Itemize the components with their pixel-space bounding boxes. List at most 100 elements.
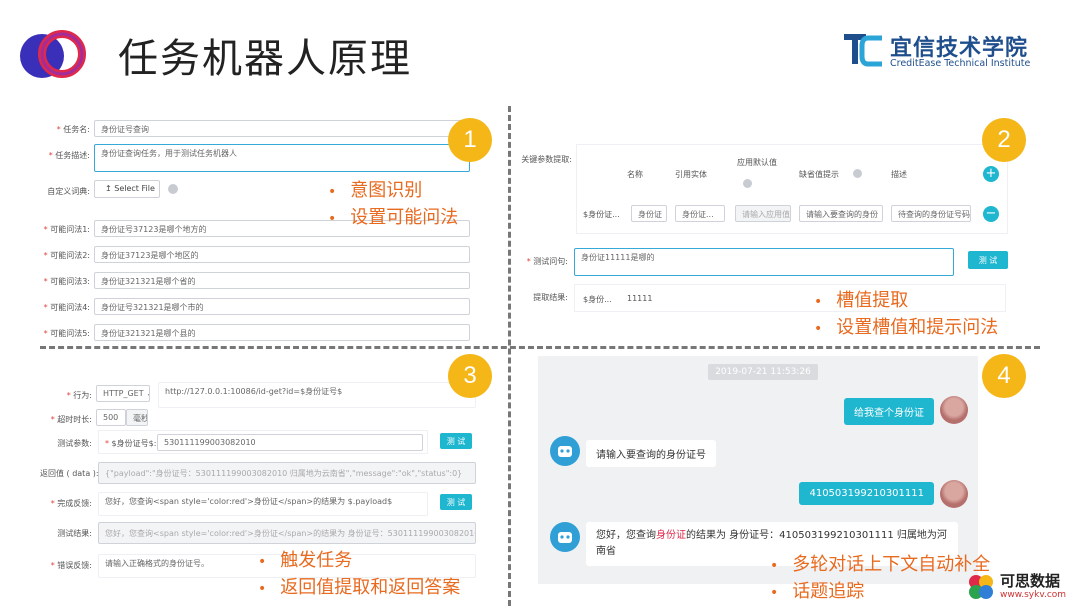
bullet-slot-extract: 槽值提取 xyxy=(814,288,998,315)
bullet-topic: 话题追踪 xyxy=(770,579,990,606)
bot-message-2-highlight: 身份证 xyxy=(656,530,686,541)
url-input[interactable]: http://127.0.0.1:10086/id-get?id=$身份证号$ xyxy=(158,382,476,408)
select-file-button[interactable]: ↥ Select File xyxy=(94,180,160,198)
bot-face-icon xyxy=(558,532,572,543)
row-prompt-input[interactable]: 请输入要查询的身份 xyxy=(799,205,883,222)
phrase-4-input[interactable]: 身份证号321321是哪个市的 xyxy=(94,298,470,315)
bullet-context: 多轮对话上下文自动补全 xyxy=(770,552,990,579)
test-question-input[interactable]: 身份证11111是哪的 xyxy=(574,248,954,276)
col-name: 名称 xyxy=(627,170,643,179)
q3-bullets: 触发任务 返回值提取和返回答案 xyxy=(258,548,460,602)
quadrant-action: 行为: HTTP_GET ⌄ http://127.0.0.1:10086/id… xyxy=(40,358,488,602)
select-file-label: Select File xyxy=(114,184,155,193)
action-select-value: HTTP_GET xyxy=(103,389,144,398)
add-row-icon[interactable]: + xyxy=(983,166,999,182)
task-desc-textarea[interactable]: 身份证查询任务，用于测试任务机器人 xyxy=(94,144,470,172)
return-data-output: {"payload":"身份证号：530111199003082010 归属地为… xyxy=(98,462,476,484)
step-badge-1: 1 xyxy=(448,118,492,162)
label-phrase-5: 可能问法5: xyxy=(40,328,90,339)
user-avatar xyxy=(940,480,968,508)
label-action: 行为: xyxy=(40,390,92,401)
timeout-unit: 毫秒 xyxy=(126,409,148,426)
help-icon[interactable] xyxy=(743,179,752,188)
bullet-slot-prompt: 设置槽值和提示问法 xyxy=(814,315,998,342)
test-params-box: $身份证号$: 530111199003082010 xyxy=(98,430,428,454)
label-timeout: 超时时长: xyxy=(40,414,92,425)
result-value: 11111 xyxy=(627,294,653,303)
bullet-return: 返回值提取和返回答案 xyxy=(258,575,460,602)
quadrant-intent: 任务名: 身份证号查询 任务描述: 身份证查询任务，用于测试任务机器人 自定义词… xyxy=(40,114,480,342)
logo-rings-icon xyxy=(20,30,86,78)
label-task-name: 任务名: xyxy=(40,124,90,135)
row-default-input[interactable]: 请输入应用值 xyxy=(735,205,791,222)
bullet-intent: 意图识别 xyxy=(328,178,458,205)
watermark-name: 可思数据 xyxy=(1000,572,1061,590)
label-test-result: 测试结果: xyxy=(57,529,92,538)
label-test-params: 测试参数: xyxy=(57,439,92,448)
chevron-down-icon: ⌄ xyxy=(146,389,149,398)
label-phrase-1: 可能问法1: xyxy=(40,224,90,235)
col-entity: 引用实体 xyxy=(675,170,707,179)
params-table: 名称 引用实体 应用默认值 缺省值提示 描述 $身份证... 身份证 身份证..… xyxy=(576,144,1008,234)
remove-row-icon[interactable]: − xyxy=(983,206,999,222)
chat-window: 2019-07-21 11:53:26 给我查个身份证 请输入要查询的身份证号 … xyxy=(538,356,978,584)
bot-avatar xyxy=(550,522,580,552)
phrase-2-input[interactable]: 身份证37123是哪个地区的 xyxy=(94,246,470,263)
help-icon[interactable] xyxy=(168,184,178,194)
test-params-button[interactable]: 测 试 xyxy=(440,433,472,449)
row-entity-select[interactable]: 身份证... xyxy=(675,205,725,222)
slide-title: 任务机器人原理 xyxy=(118,36,412,82)
step-badge-2: 2 xyxy=(982,118,1026,162)
label-test-question: 测试问句: xyxy=(516,256,568,267)
bullet-trigger: 触发任务 xyxy=(258,548,460,575)
test-button[interactable]: 测 试 xyxy=(968,251,1008,269)
brand-logo: 宜信技术学院 CreditEase Technical Institute xyxy=(844,30,1054,74)
chat-timestamp: 2019-07-21 11:53:26 xyxy=(708,364,818,380)
q4-bullets: 多轮对话上下文自动补全 话题追踪 xyxy=(770,552,990,606)
brand-name-en: CreditEase Technical Institute xyxy=(890,58,1031,69)
col-default: 应用默认值 xyxy=(737,158,777,167)
col-prompt: 缺省值提示 xyxy=(799,170,839,179)
watermark-url: www.sykv.com xyxy=(1000,590,1067,600)
row-entity-input[interactable]: 身份证 xyxy=(631,205,667,222)
param-key: $身份证号$: xyxy=(105,438,157,449)
help-icon[interactable] xyxy=(853,169,862,178)
phrase-5-input[interactable]: 身份证321321是哪个县的 xyxy=(94,324,470,341)
timeout-input[interactable]: 500 xyxy=(96,409,126,426)
test-result-output: 您好，您查询<span style='color:red'>身份证</span>… xyxy=(98,522,476,544)
label-task-desc: 任务描述: xyxy=(40,150,90,161)
brand-tc-icon xyxy=(844,34,882,67)
result-key: $身份... xyxy=(583,295,612,304)
label-phrase-4: 可能问法4: xyxy=(40,302,90,313)
phrase-3-input[interactable]: 身份证321321是哪个省的 xyxy=(94,272,470,289)
bot-avatar xyxy=(550,436,580,466)
task-name-input[interactable]: 身份证号查询 xyxy=(94,120,470,137)
col-desc: 描述 xyxy=(891,170,907,179)
user-message-2: 410503199210301111 xyxy=(799,482,934,505)
bullet-phrases: 设置可能问法 xyxy=(328,205,458,232)
bot-message-2-pre: 您好，您查询 xyxy=(596,530,656,541)
action-select[interactable]: HTTP_GET ⌄ xyxy=(96,385,150,402)
q2-bullets: 槽值提取 设置槽值和提示问法 xyxy=(814,288,998,342)
watermark-logo-icon xyxy=(969,575,993,599)
reply-template-input[interactable]: 您好，您查询<span style='color:red'>身份证</span>… xyxy=(98,492,428,516)
label-key-params: 关键参数提取: xyxy=(521,155,572,164)
label-extract-result: 提取结果: xyxy=(533,293,568,302)
param-value-input[interactable]: 530111199003082010 xyxy=(157,434,423,451)
q1-bullets: 意图识别 设置可能问法 xyxy=(328,178,458,232)
divider-vertical xyxy=(508,106,511,606)
step-badge-3: 3 xyxy=(448,354,492,398)
row-desc-input[interactable]: 待查询的身份证号码 xyxy=(891,205,971,222)
user-avatar xyxy=(940,396,968,424)
label-return-data: 返回值 ( data ): xyxy=(40,469,99,478)
watermark: 可思数据 www.sykv.com xyxy=(966,568,1076,604)
label-reply: 完成反馈: xyxy=(40,498,92,509)
label-phrase-3: 可能问法3: xyxy=(40,276,90,287)
reply-test-button[interactable]: 测 试 xyxy=(440,494,472,510)
label-phrase-2: 可能问法2: xyxy=(40,250,90,261)
upload-icon: ↥ xyxy=(105,184,112,193)
bot-message-1: 请输入要查询的身份证号 xyxy=(586,440,716,467)
label-custom-dict: 自定义词典: xyxy=(47,187,90,196)
label-error-reply: 错误反馈: xyxy=(40,560,92,571)
quadrant-slots: 关键参数提取: 名称 引用实体 应用默认值 缺省值提示 描述 $身份证... 身… xyxy=(516,114,1016,342)
